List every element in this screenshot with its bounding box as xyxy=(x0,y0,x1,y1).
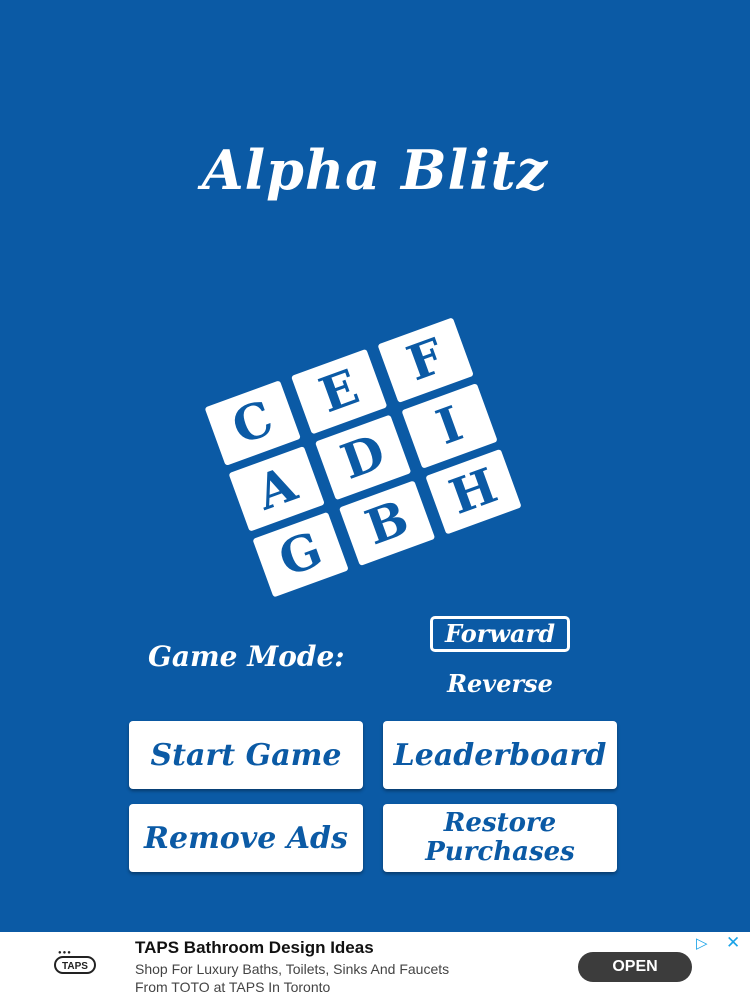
restore-purchases-button[interactable]: Restore Purchases xyxy=(383,804,617,872)
leaderboard-button[interactable]: Leaderboard xyxy=(383,721,617,789)
ad-brand-logo: TAPS xyxy=(54,956,96,974)
ad-description-line: From TOTO at TAPS In Toronto xyxy=(135,979,331,995)
mode-reverse-option[interactable]: Reverse xyxy=(430,666,570,702)
mode-forward-option[interactable]: Forward xyxy=(430,616,570,652)
remove-ads-button[interactable]: Remove Ads xyxy=(129,804,363,872)
ad-banner[interactable]: ●●● TAPS TAPS Bathroom Design Ideas Shop… xyxy=(0,932,750,1000)
ad-description-line: Shop For Luxury Baths, Toilets, Sinks An… xyxy=(135,961,450,977)
restore-label-line1: Restore xyxy=(443,808,557,839)
ad-description: Shop For Luxury Baths, Toilets, Sinks An… xyxy=(135,960,555,996)
app-title: Alpha Blitz xyxy=(201,138,549,202)
restore-label-line2: Purchases xyxy=(425,837,575,867)
ad-open-button[interactable]: OPEN xyxy=(578,952,692,982)
start-game-button[interactable]: Start Game xyxy=(129,721,363,789)
ad-title[interactable]: TAPS Bathroom Design Ideas xyxy=(135,938,374,958)
game-mode-label: Game Mode: xyxy=(148,640,345,673)
adchoices-icon[interactable]: ▷ xyxy=(696,934,708,952)
letter-grid-logo: C E F A D I G B H xyxy=(204,308,546,598)
close-icon[interactable]: ✕ xyxy=(726,933,740,953)
